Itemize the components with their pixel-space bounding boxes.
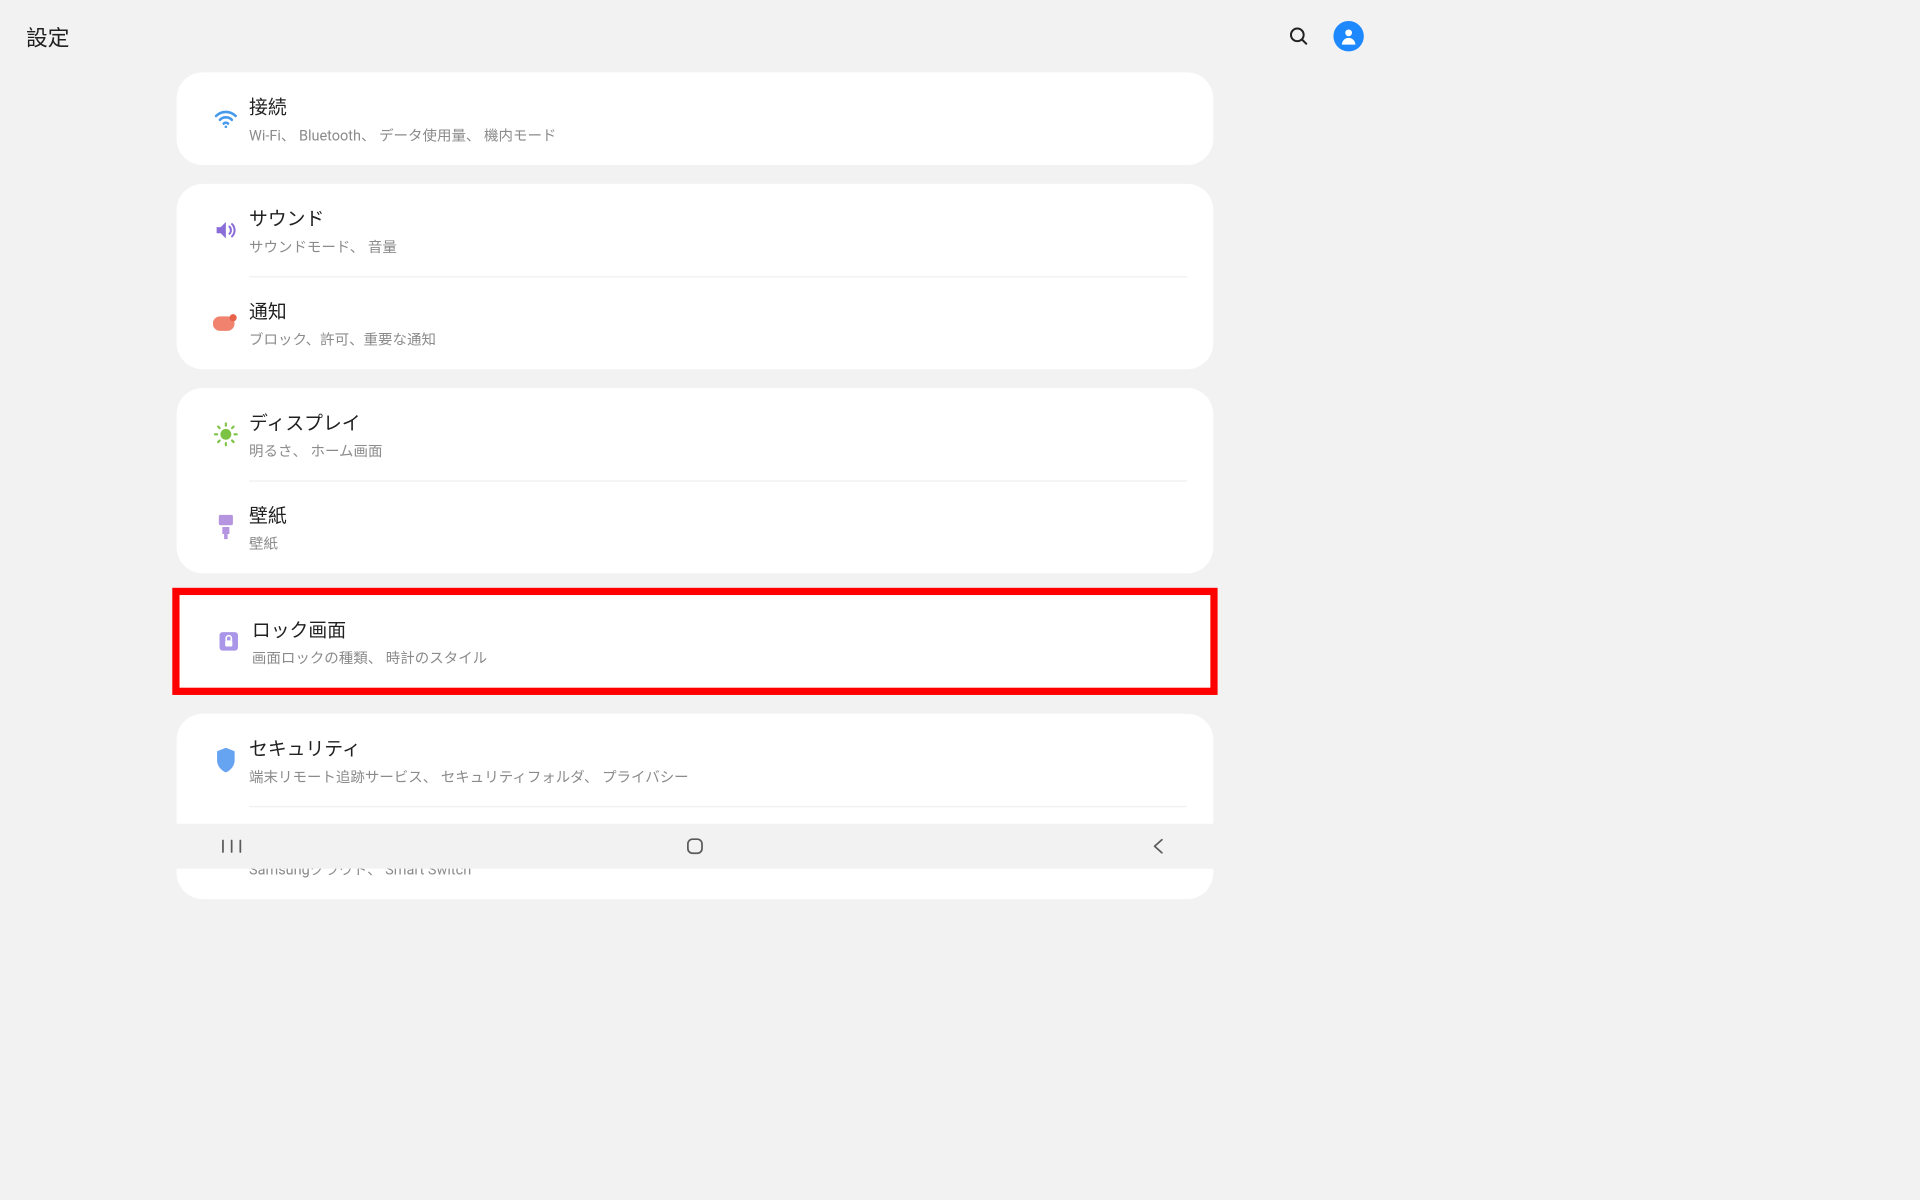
settings-card-lockscreen-highlighted: ロック画面 画面ロックの種類、 時計のスタイル	[172, 588, 1217, 695]
settings-card-connections: 接続 Wi-Fi、 Bluetooth、 データ使用量、 機内モード	[177, 72, 1214, 165]
setting-item-sound[interactable]: サウンド サウンドモード、 音量	[177, 184, 1214, 277]
profile-icon	[1338, 26, 1358, 46]
nav-home-button[interactable]	[623, 824, 768, 869]
wallpaper-icon	[203, 515, 249, 540]
settings-content: 接続 Wi-Fi、 Bluetooth、 データ使用量、 機内モード サウンド …	[0, 72, 1390, 899]
setting-item-notifications[interactable]: 通知 ブロック、許可、重要な通知	[177, 277, 1214, 370]
setting-title: 壁紙	[249, 501, 1187, 528]
page-title: 設定	[26, 20, 69, 52]
shield-icon	[203, 748, 249, 773]
lock-icon	[206, 629, 252, 654]
settings-card-sound: サウンド サウンドモード、 音量 通知 ブロック、許可、重要な通知	[177, 184, 1214, 369]
setting-title: ディスプレイ	[249, 408, 1187, 435]
setting-title: サウンド	[249, 204, 1187, 231]
setting-subtitle: 壁紙	[249, 532, 1187, 553]
nav-recent-button[interactable]	[159, 824, 304, 869]
setting-title: 接続	[249, 93, 1187, 120]
navigation-bar	[0, 824, 1390, 869]
search-button[interactable]	[1286, 23, 1312, 49]
setting-subtitle: 明るさ、 ホーム画面	[249, 439, 1187, 460]
setting-item-display[interactable]: ディスプレイ 明るさ、 ホーム画面	[177, 388, 1214, 481]
setting-item-security[interactable]: セキュリティ 端末リモート追跡サービス、 セキュリティフォルダ、 プライバシー	[177, 714, 1214, 807]
setting-subtitle: ブロック、許可、重要な通知	[249, 328, 1187, 349]
settings-card-display: ディスプレイ 明るさ、 ホーム画面 壁紙 壁紙	[177, 388, 1214, 573]
nav-back-icon	[1151, 838, 1165, 855]
setting-subtitle: 端末リモート追跡サービス、 セキュリティフォルダ、 プライバシー	[249, 765, 1187, 786]
nav-recent-icon	[222, 838, 242, 855]
setting-subtitle: Wi-Fi、 Bluetooth、 データ使用量、 機内モード	[249, 124, 1187, 145]
setting-title: ロック画面	[252, 615, 1184, 642]
header: 設定	[0, 0, 1390, 72]
wifi-icon	[203, 106, 249, 132]
header-actions	[1286, 21, 1364, 51]
setting-item-wallpaper[interactable]: 壁紙 壁紙	[177, 481, 1214, 574]
setting-subtitle: サウンドモード、 音量	[249, 235, 1187, 256]
setting-subtitle: 画面ロックの種類、 時計のスタイル	[252, 646, 1184, 667]
sound-icon	[203, 218, 249, 243]
setting-item-connections[interactable]: 接続 Wi-Fi、 Bluetooth、 データ使用量、 機内モード	[177, 72, 1214, 165]
settings-card-security: セキュリティ 端末リモート追跡サービス、 セキュリティフォルダ、 プライバシー …	[177, 714, 1214, 899]
setting-item-lockscreen[interactable]: ロック画面 画面ロックの種類、 時計のスタイル	[180, 595, 1211, 688]
brightness-icon	[203, 421, 249, 447]
setting-title: 通知	[249, 297, 1187, 324]
profile-button[interactable]	[1333, 21, 1363, 51]
search-icon	[1288, 25, 1310, 47]
notification-icon	[203, 313, 249, 332]
setting-title: セキュリティ	[249, 734, 1187, 761]
nav-home-icon	[686, 837, 705, 856]
nav-back-button[interactable]	[1086, 824, 1231, 869]
